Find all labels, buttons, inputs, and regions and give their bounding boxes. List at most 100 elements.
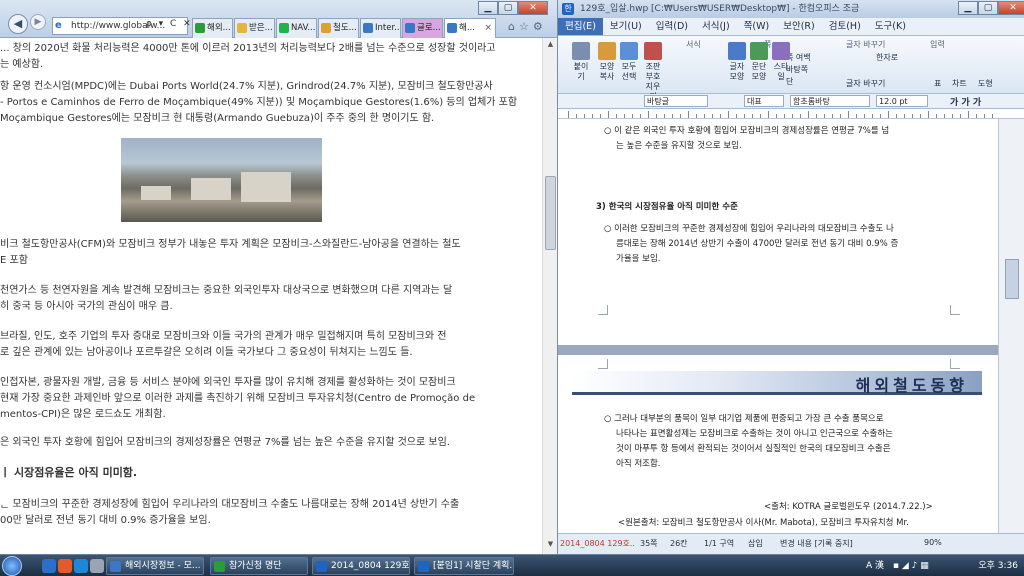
document-scrollbar[interactable] — [998, 119, 1024, 533]
minimize-icon[interactable]: ▁ — [958, 1, 978, 15]
scroll-up-icon[interactable]: ▲ — [545, 40, 556, 52]
zoom-level[interactable]: 90% — [924, 538, 942, 547]
article-text-line: - Portos e Caminhos de Ferro de Moçambiq… — [0, 97, 518, 108]
article-text-line: 는 예상함. — [0, 59, 44, 70]
close-icon[interactable]: ✕ — [518, 1, 548, 15]
ribbon-icon — [620, 42, 638, 60]
shape-button[interactable]: 도형 — [978, 78, 993, 89]
article-text-line: 천연가스 등 천연자원을 계속 발견해 모잠비크는 중요한 외국인투자 대상국으… — [0, 285, 453, 296]
bold-italic-underline[interactable]: 가 가 가 — [950, 95, 981, 108]
font-name-combo[interactable]: 함초롬바탕 — [790, 95, 870, 107]
status-track[interactable]: 변경 내용 [기록 중지] — [780, 538, 853, 549]
ribbon-button[interactable]: 붙이기 — [570, 42, 592, 82]
menu-item[interactable]: 서식(J) — [695, 18, 737, 35]
article-text-line: 00만 달러로 전년 동기 대비 0.9% 증가율을 보임. — [0, 515, 211, 526]
taskbar-button[interactable]: 해외시장정보 - 모... — [106, 557, 204, 575]
ie-icon[interactable] — [74, 559, 88, 573]
style-combo[interactable]: 바탕글 — [644, 95, 708, 107]
tab-favicon-icon — [279, 23, 289, 33]
document-text-line: 3) 한국의 시장점유율 아직 미미한 수준 — [596, 202, 738, 212]
minimize-icon[interactable]: ▁ — [478, 1, 498, 15]
close-icon[interactable]: ✕ — [998, 1, 1024, 15]
ribbon-button[interactable]: 조판 부호 지우기 — [642, 42, 664, 102]
font-size-combo[interactable]: 12.0 pt — [876, 95, 928, 107]
article-text-line: 로 깊은 관계에 있는 남아공이나 포르투갈은 오히려 이들 국가보다 그 중요… — [0, 347, 413, 358]
hwp-title: 129호_입살.hwp [C:₩Users₩USER₩Desktop₩] - 한… — [580, 4, 860, 14]
menu-item[interactable]: 보안(R) — [776, 18, 822, 35]
chart-button[interactable]: 차트 — [952, 78, 967, 89]
table-button[interactable]: 표 — [934, 78, 941, 89]
browser-tab[interactable]: NAV... — [276, 18, 317, 38]
document-text-line: 름대로는 장해 2014년 상반기 수출이 4700만 달러로 전년 동기 대비… — [616, 239, 899, 249]
browser-tab[interactable]: 해... × — [444, 18, 496, 38]
article-text-line: 은 외국인 투자 호황에 힘입어 모잠비크의 경제성장률은 연평균 7%를 넘는… — [0, 437, 450, 448]
browser-tab[interactable]: Inter... — [360, 18, 401, 38]
document-page[interactable]: ○ 이 같은 외국인 투자 호황에 힘입어 모잠비크의 경제성장률은 연평균 7… — [558, 119, 998, 345]
taskbar-button[interactable]: 참가신청 명단 — [210, 557, 308, 575]
home-star-gear-icons[interactable]: ⌂☆⚙ — [508, 20, 547, 33]
system-tray: A 漢 ▪ ◢ ♪ ▦ 오후 3:36 — [866, 557, 1024, 575]
ribbon-icon — [772, 42, 790, 60]
ie-logo-icon: e — [55, 20, 62, 31]
quicklaunch-icon[interactable] — [58, 559, 72, 573]
article-text-line: 항 운영 컨소시엄(MPDC)에는 Dubai Ports World(24.7… — [0, 81, 493, 92]
char-replace-button[interactable]: 글자 바꾸기 — [846, 78, 885, 89]
article-text-line: ... 창의 2020년 화물 처리능력은 4000만 톤에 이르러 2013년… — [0, 43, 496, 54]
browser-tab[interactable]: 철도... — [318, 18, 359, 38]
tray-icons[interactable]: ▪ ◢ ♪ ▦ — [893, 561, 929, 571]
menu-item[interactable]: 편집(E) — [558, 18, 603, 35]
document-page[interactable]: 해외철도동향 ○ 그러나 대부분의 품목이 일부 대기업 제품에 편중되고 가장… — [558, 355, 998, 533]
ribbon-label: 스타일 — [773, 62, 789, 81]
taskbar-button[interactable]: [붙임1] 시찰단 계획... — [414, 557, 514, 575]
article-text-line: mentos-CPI)은 많은 로드쇼도 개최함. — [0, 409, 166, 420]
forward-arrow-icon[interactable]: ▶ — [30, 14, 46, 30]
browser-tab[interactable]: 받은... — [234, 18, 275, 38]
clock[interactable]: 오후 3:36 — [978, 557, 1018, 575]
menu-item[interactable]: 쪽(W) — [737, 18, 777, 35]
taskbar-app-icon — [418, 561, 429, 572]
menu-item[interactable]: 입력(D) — [649, 18, 695, 35]
ribbon-button[interactable]: 문단 모양 — [748, 42, 770, 82]
scroll-thumb[interactable] — [1005, 259, 1019, 299]
font-lang-combo[interactable]: 대표 — [744, 95, 784, 107]
ime-indicator[interactable]: A 漢 — [866, 561, 884, 571]
ruler — [558, 109, 1024, 119]
article-text-line: 브라질, 인도, 호주 기업의 투자 증대로 모잠비크와 이들 국가의 관계가 … — [0, 331, 447, 342]
tab-favicon-icon — [447, 23, 457, 33]
menu-item[interactable]: 도구(K) — [868, 18, 913, 35]
maximize-icon[interactable]: ▢ — [978, 1, 998, 15]
ribbon-button[interactable]: 모양 복사 — [596, 42, 618, 82]
tab-favicon-icon — [321, 23, 331, 33]
status-file[interactable]: 2014_0804 129호.. — [560, 538, 635, 549]
browser-scrollbar[interactable]: ▲ ▼ — [542, 38, 557, 554]
status-line: 26칸 — [670, 539, 688, 548]
quicklaunch-icon[interactable] — [90, 559, 104, 573]
taskbar-button[interactable]: 2014_0804 129호_... — [312, 557, 410, 575]
hancom-logo-icon: 한 — [562, 3, 574, 15]
status-mode[interactable]: 삽입 — [748, 538, 763, 549]
menu-item[interactable]: 보기(U) — [603, 18, 649, 35]
scroll-thumb[interactable] — [545, 176, 556, 250]
browser-page-content: ... 창의 2020년 화물 처리능력은 4000만 톤에 이르러 2013년… — [0, 38, 542, 554]
scroll-down-icon[interactable]: ▼ — [545, 540, 556, 552]
taskbar-label: 해외시장정보 - 모... — [125, 561, 201, 571]
ribbon-group-label: 서식 — [686, 40, 701, 49]
tab-close-icon[interactable]: × — [484, 19, 492, 37]
ribbon-icon — [598, 42, 616, 60]
status-page: 35쪽 — [640, 539, 658, 548]
browser-window: ◀ ▶ http://www.globalw... e ρ ▾ C ✕ 해외..… — [0, 0, 558, 554]
maximize-icon[interactable]: ▢ — [498, 1, 518, 15]
start-button[interactable] — [2, 556, 22, 576]
browser-tab[interactable]: 해외... — [192, 18, 233, 38]
ribbon-button[interactable]: 글자 모양 — [726, 42, 748, 82]
ribbon-button[interactable]: 스타일 — [770, 42, 792, 82]
ribbon-button[interactable]: 모두 선택 — [618, 42, 640, 82]
quicklaunch-icon[interactable] — [42, 559, 56, 573]
address-actions[interactable]: ρ ▾ C ✕ — [146, 19, 193, 29]
hwp-titlebar: 129호_입살.hwp [C:₩Users₩USER₩Desktop₩] - 한… — [558, 0, 1024, 18]
back-arrow-icon[interactable]: ◀ — [8, 14, 28, 34]
tab-label: 해외... — [207, 23, 231, 33]
menu-item[interactable]: 검토(H) — [822, 18, 868, 35]
hanja-button[interactable]: 한자로 — [876, 52, 898, 63]
browser-tab[interactable]: 글로... — [402, 18, 443, 38]
